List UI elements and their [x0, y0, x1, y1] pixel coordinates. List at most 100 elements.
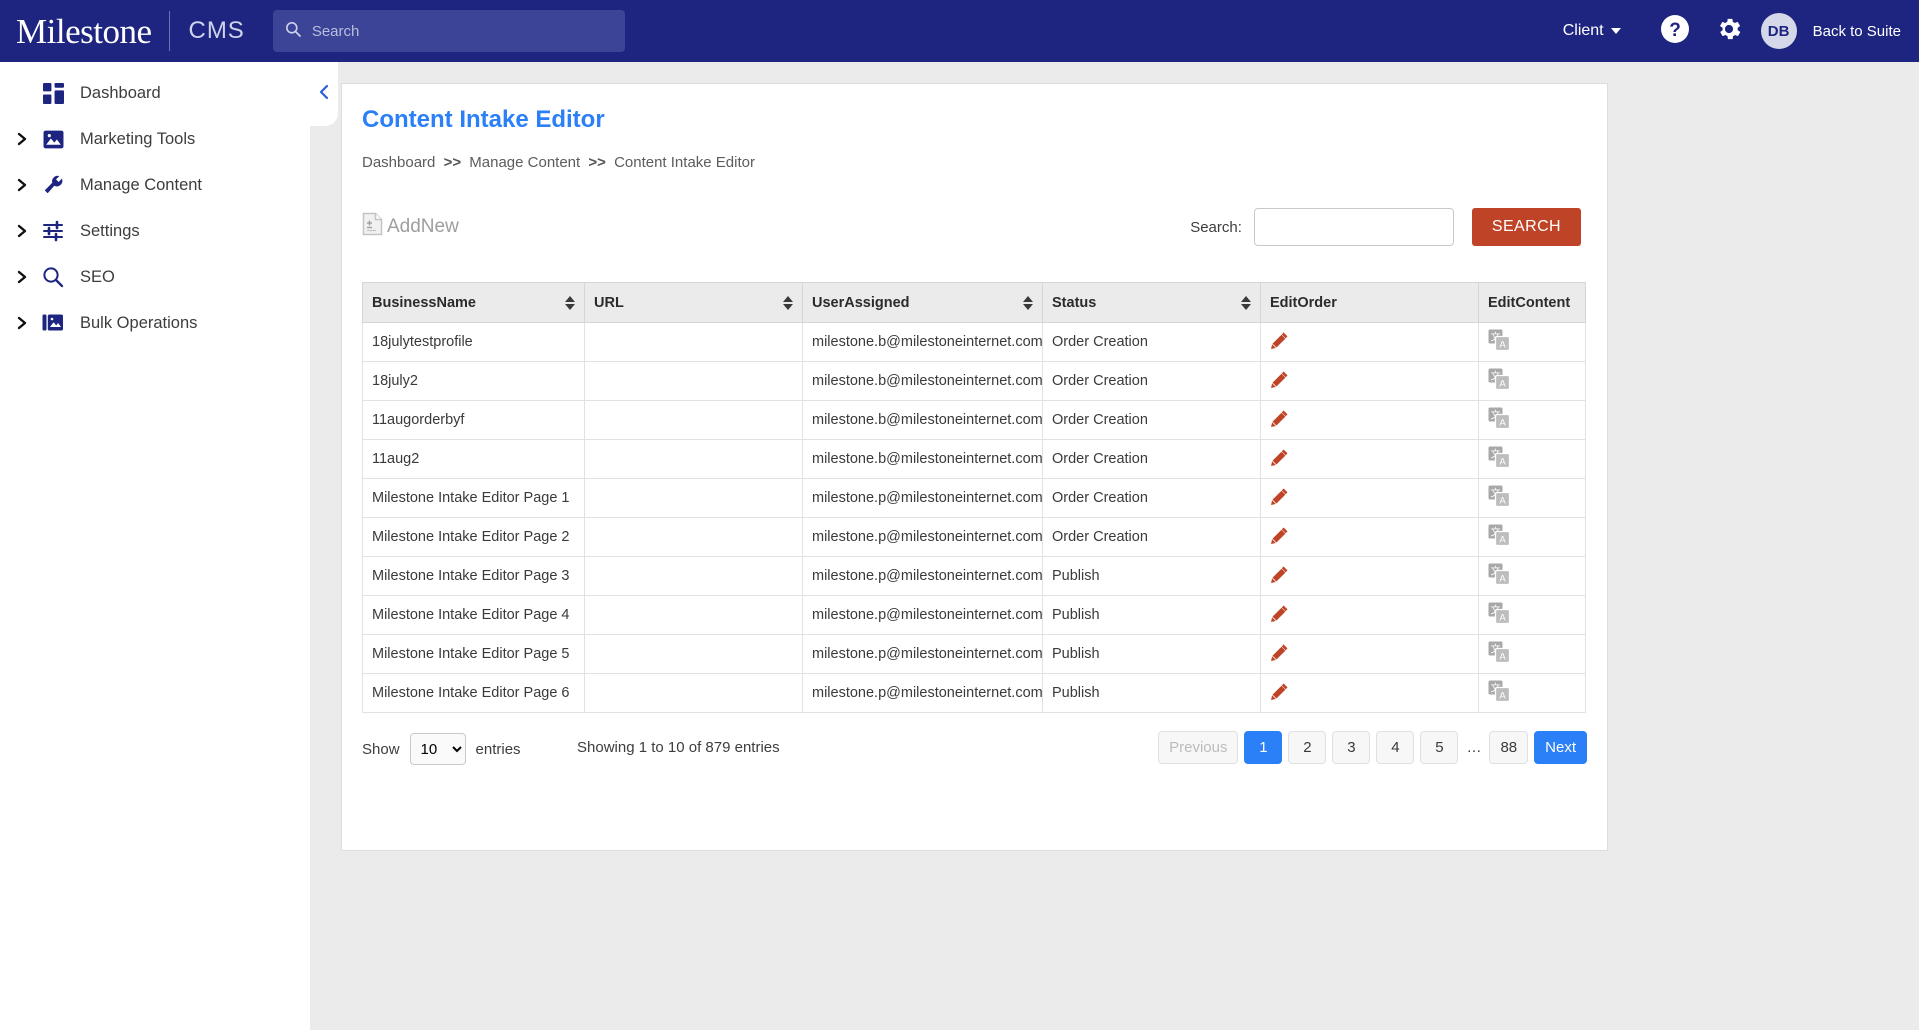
pencil-icon[interactable]	[1270, 370, 1289, 393]
cell-userassigned: milestone.p@milestoneinternet.com	[802, 634, 1043, 674]
pagination-page-2[interactable]: 2	[1288, 731, 1327, 764]
chevron-down-icon	[1610, 28, 1621, 34]
milestone-logo: Milestone	[16, 11, 152, 51]
pagination-page-4[interactable]: 4	[1376, 731, 1415, 764]
pagination-page-1[interactable]: 1	[1244, 731, 1283, 764]
entries-per-page-select[interactable]: 102550100	[409, 733, 466, 765]
document-add-icon	[362, 212, 383, 242]
column-label: UserAssigned	[812, 294, 910, 311]
pencil-icon[interactable]	[1270, 448, 1289, 471]
cell-url	[584, 634, 803, 674]
column-label: BusinessName	[372, 294, 476, 311]
pagination-next[interactable]: Next	[1534, 731, 1587, 764]
images-stack-icon	[36, 312, 70, 334]
pagination-ellipsis: …	[1466, 739, 1482, 756]
svg-text:A: A	[1499, 457, 1506, 468]
table-row: 18july2 milestone.b@milestoneinternet.com…	[362, 361, 1586, 401]
pencil-icon[interactable]	[1270, 682, 1289, 705]
chevron-right-icon	[8, 224, 36, 238]
brand-block[interactable]: Milestone CMS	[0, 0, 245, 62]
column-header-businessname[interactable]: BusinessName	[362, 282, 585, 323]
column-header-userassigned[interactable]: UserAssigned	[802, 282, 1043, 323]
cell-status: Order Creation	[1042, 322, 1261, 362]
table-row: Milestone Intake Editor Page 6 milestone.…	[362, 673, 1586, 713]
table-toolbar: AddNew Search: SEARCH	[342, 208, 1607, 260]
add-new-label: AddNew	[387, 216, 459, 237]
pencil-icon[interactable]	[1270, 526, 1289, 549]
sidebar-item-manage-content[interactable]: Manage Content	[0, 162, 310, 208]
search-button[interactable]: SEARCH	[1471, 208, 1581, 246]
table-footer: Show 102550100 entries Showing 1 to 10 o…	[362, 731, 1587, 773]
sidebar-item-seo[interactable]: SEO	[0, 254, 310, 300]
translate-icon[interactable]: 文A	[1488, 563, 1511, 589]
client-dropdown[interactable]: Client	[1563, 22, 1621, 40]
avatar[interactable]: DB	[1760, 13, 1797, 49]
cell-businessname: Milestone Intake Editor Page 4	[362, 595, 585, 635]
breadcrumb-item-dashboard[interactable]: Dashboard	[362, 154, 435, 171]
settings-button[interactable]	[1707, 9, 1751, 53]
add-new-button[interactable]: AddNew	[362, 212, 459, 242]
breadcrumb-item-manage-content[interactable]: Manage Content	[469, 154, 580, 171]
cell-businessname: Milestone Intake Editor Page 6	[362, 673, 585, 713]
cell-userassigned: milestone.p@milestoneinternet.com	[802, 595, 1043, 635]
cell-editorder	[1260, 517, 1479, 557]
cell-businessname: Milestone Intake Editor Page 2	[362, 517, 585, 557]
translate-icon[interactable]: 文A	[1488, 524, 1511, 550]
pencil-icon[interactable]	[1270, 604, 1289, 627]
pencil-icon[interactable]	[1270, 643, 1289, 666]
cell-status: Order Creation	[1042, 439, 1261, 479]
cell-editorder	[1260, 595, 1479, 635]
svg-text:A: A	[1499, 574, 1506, 585]
pagination: Previous 1 2 3 4 5 … 88 Next	[1158, 731, 1587, 764]
sidebar-collapse-strip	[310, 62, 332, 1030]
pencil-icon[interactable]	[1270, 331, 1289, 354]
column-header-editorder: EditOrder	[1260, 282, 1479, 323]
sidebar-item-bulk-operations[interactable]: Bulk Operations	[0, 300, 310, 346]
breadcrumb-separator: >>	[443, 154, 462, 171]
pagination-page-88[interactable]: 88	[1489, 731, 1529, 764]
table-row: Milestone Intake Editor Page 2 milestone.…	[362, 517, 1586, 557]
pagination-page-3[interactable]: 3	[1332, 731, 1371, 764]
client-dropdown-label: Client	[1562, 22, 1604, 39]
cell-userassigned: milestone.b@milestoneinternet.com	[802, 322, 1043, 362]
content-card: Content Intake Editor Dashboard >> Manag…	[341, 83, 1608, 851]
show-label: Show	[362, 740, 400, 758]
translate-icon[interactable]: 文A	[1488, 329, 1511, 355]
pencil-icon[interactable]	[1270, 409, 1289, 432]
translate-icon[interactable]: 文A	[1488, 680, 1511, 706]
help-button[interactable]: ?	[1653, 9, 1697, 53]
cell-status: Publish	[1042, 556, 1261, 596]
column-header-url[interactable]: URL	[584, 282, 803, 323]
pagination-page-5[interactable]: 5	[1420, 731, 1459, 764]
sidebar-item-settings[interactable]: Settings	[0, 208, 310, 254]
svg-text:A: A	[1499, 535, 1506, 546]
sidebar-nav: Dashboard Marketing Tools Manage Content	[0, 62, 310, 1030]
sidebar-collapse-button[interactable]	[310, 62, 338, 126]
pencil-icon[interactable]	[1270, 487, 1289, 510]
cell-editorder	[1260, 439, 1479, 479]
table-search-input[interactable]	[1253, 208, 1454, 246]
sidebar-item-dashboard[interactable]: Dashboard	[0, 70, 310, 116]
column-header-status[interactable]: Status	[1042, 282, 1261, 323]
translate-icon[interactable]: 文A	[1488, 446, 1511, 472]
magnifier-icon	[36, 266, 70, 288]
global-search-box[interactable]	[272, 10, 625, 52]
cell-editcontent: 文A	[1478, 517, 1586, 557]
sidebar-item-marketing-tools[interactable]: Marketing Tools	[0, 116, 310, 162]
translate-icon[interactable]: 文A	[1488, 368, 1511, 394]
column-header-editcontent: EditContent	[1478, 282, 1586, 323]
cell-businessname: Milestone Intake Editor Page 3	[362, 556, 585, 596]
cell-editcontent: 文A	[1478, 634, 1586, 674]
translate-icon[interactable]: 文A	[1488, 641, 1511, 667]
column-label: EditOrder	[1270, 294, 1337, 311]
back-to-suite-link[interactable]: Back to Suite	[1813, 23, 1901, 40]
table-header-row: BusinessName URL UserAssigned Status Edi…	[362, 282, 1586, 323]
translate-icon[interactable]: 文A	[1488, 485, 1511, 511]
translate-icon[interactable]: 文A	[1488, 602, 1511, 628]
cell-editcontent: 文A	[1478, 673, 1586, 713]
sidebar-item-label: Marketing Tools	[80, 129, 196, 148]
chevron-right-icon	[8, 178, 36, 192]
translate-icon[interactable]: 文A	[1488, 407, 1511, 433]
pencil-icon[interactable]	[1270, 565, 1289, 588]
global-search-input[interactable]	[309, 21, 613, 41]
